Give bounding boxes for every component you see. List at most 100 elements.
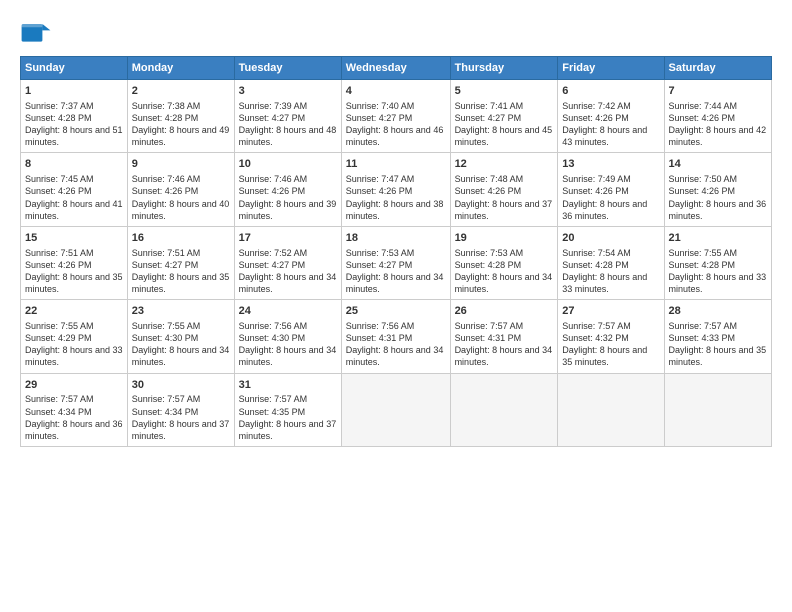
daylight: Daylight: 8 hours and 34 minutes. [346,272,444,294]
calendar-cell: 15Sunrise: 7:51 AMSunset: 4:26 PMDayligh… [21,226,128,299]
day-number: 8 [25,157,123,172]
calendar-cell: 6Sunrise: 7:42 AMSunset: 4:26 PMDaylight… [558,80,664,153]
calendar-cell: 5Sunrise: 7:41 AMSunset: 4:27 PMDaylight… [450,80,558,153]
sunrise: Sunrise: 7:46 AM [132,174,201,184]
calendar-cell [341,373,450,446]
sunrise: Sunrise: 7:51 AM [132,248,201,258]
day-number: 21 [669,231,767,246]
daylight: Daylight: 8 hours and 37 minutes. [132,419,230,441]
calendar-cell: 30Sunrise: 7:57 AMSunset: 4:34 PMDayligh… [127,373,234,446]
day-number: 3 [239,84,337,99]
sunset: Sunset: 4:31 PM [455,333,522,343]
daylight: Daylight: 8 hours and 42 minutes. [669,125,767,147]
sunrise: Sunrise: 7:55 AM [669,248,738,258]
daylight: Daylight: 8 hours and 35 minutes. [25,272,123,294]
day-number: 1 [25,84,123,99]
calendar-cell: 13Sunrise: 7:49 AMSunset: 4:26 PMDayligh… [558,153,664,226]
sunset: Sunset: 4:26 PM [562,113,629,123]
calendar-cell: 25Sunrise: 7:56 AMSunset: 4:31 PMDayligh… [341,300,450,373]
page: SundayMondayTuesdayWednesdayThursdayFrid… [0,0,792,612]
calendar-cell: 2Sunrise: 7:38 AMSunset: 4:28 PMDaylight… [127,80,234,153]
dow-header: Thursday [450,57,558,80]
daylight: Daylight: 8 hours and 45 minutes. [455,125,553,147]
daylight: Daylight: 8 hours and 34 minutes. [239,345,337,367]
sunrise: Sunrise: 7:37 AM [25,101,94,111]
calendar-week: 15Sunrise: 7:51 AMSunset: 4:26 PMDayligh… [21,226,772,299]
calendar-cell: 29Sunrise: 7:57 AMSunset: 4:34 PMDayligh… [21,373,128,446]
day-number: 13 [562,157,659,172]
sunrise: Sunrise: 7:41 AM [455,101,524,111]
sunset: Sunset: 4:26 PM [346,186,413,196]
calendar-cell: 10Sunrise: 7:46 AMSunset: 4:26 PMDayligh… [234,153,341,226]
day-number: 11 [346,157,446,172]
sunrise: Sunrise: 7:42 AM [562,101,631,111]
sunset: Sunset: 4:28 PM [669,260,736,270]
daylight: Daylight: 8 hours and 40 minutes. [132,199,230,221]
dow-header: Friday [558,57,664,80]
calendar-cell: 23Sunrise: 7:55 AMSunset: 4:30 PMDayligh… [127,300,234,373]
sunrise: Sunrise: 7:49 AM [562,174,631,184]
day-number: 17 [239,231,337,246]
day-number: 31 [239,378,337,393]
sunrise: Sunrise: 7:48 AM [455,174,524,184]
calendar-cell: 4Sunrise: 7:40 AMSunset: 4:27 PMDaylight… [341,80,450,153]
sunrise: Sunrise: 7:40 AM [346,101,415,111]
calendar-cell: 14Sunrise: 7:50 AMSunset: 4:26 PMDayligh… [664,153,771,226]
daylight: Daylight: 8 hours and 39 minutes. [239,199,337,221]
calendar-cell: 3Sunrise: 7:39 AMSunset: 4:27 PMDaylight… [234,80,341,153]
sunset: Sunset: 4:27 PM [239,260,306,270]
sunrise: Sunrise: 7:57 AM [25,394,94,404]
calendar-cell [558,373,664,446]
sunrise: Sunrise: 7:56 AM [239,321,308,331]
calendar-cell: 11Sunrise: 7:47 AMSunset: 4:26 PMDayligh… [341,153,450,226]
sunrise: Sunrise: 7:52 AM [239,248,308,258]
sunrise: Sunrise: 7:39 AM [239,101,308,111]
calendar-cell: 18Sunrise: 7:53 AMSunset: 4:27 PMDayligh… [341,226,450,299]
calendar-week: 1Sunrise: 7:37 AMSunset: 4:28 PMDaylight… [21,80,772,153]
sunrise: Sunrise: 7:46 AM [239,174,308,184]
sunset: Sunset: 4:28 PM [455,260,522,270]
sunrise: Sunrise: 7:54 AM [562,248,631,258]
day-number: 23 [132,304,230,319]
sunrise: Sunrise: 7:57 AM [455,321,524,331]
sunrise: Sunrise: 7:55 AM [132,321,201,331]
calendar-cell: 9Sunrise: 7:46 AMSunset: 4:26 PMDaylight… [127,153,234,226]
sunrise: Sunrise: 7:57 AM [239,394,308,404]
sunset: Sunset: 4:26 PM [132,186,199,196]
calendar-cell [450,373,558,446]
day-number: 12 [455,157,554,172]
day-number: 26 [455,304,554,319]
sunrise: Sunrise: 7:55 AM [25,321,94,331]
daylight: Daylight: 8 hours and 41 minutes. [25,199,123,221]
sunrise: Sunrise: 7:38 AM [132,101,201,111]
sunset: Sunset: 4:27 PM [346,260,413,270]
header [20,16,772,48]
daylight: Daylight: 8 hours and 35 minutes. [132,272,230,294]
calendar-cell: 17Sunrise: 7:52 AMSunset: 4:27 PMDayligh… [234,226,341,299]
sunrise: Sunrise: 7:45 AM [25,174,94,184]
daylight: Daylight: 8 hours and 34 minutes. [455,272,553,294]
calendar-cell: 1Sunrise: 7:37 AMSunset: 4:28 PMDaylight… [21,80,128,153]
sunrise: Sunrise: 7:44 AM [669,101,738,111]
daylight: Daylight: 8 hours and 37 minutes. [455,199,553,221]
calendar-week: 29Sunrise: 7:57 AMSunset: 4:34 PMDayligh… [21,373,772,446]
daylight: Daylight: 8 hours and 51 minutes. [25,125,123,147]
sunset: Sunset: 4:31 PM [346,333,413,343]
sunrise: Sunrise: 7:47 AM [346,174,415,184]
calendar-cell [664,373,771,446]
calendar-cell: 7Sunrise: 7:44 AMSunset: 4:26 PMDaylight… [664,80,771,153]
calendar-cell: 31Sunrise: 7:57 AMSunset: 4:35 PMDayligh… [234,373,341,446]
sunset: Sunset: 4:27 PM [455,113,522,123]
day-number: 27 [562,304,659,319]
sunset: Sunset: 4:30 PM [239,333,306,343]
sunset: Sunset: 4:27 PM [239,113,306,123]
sunset: Sunset: 4:29 PM [25,333,92,343]
sunset: Sunset: 4:26 PM [239,186,306,196]
daylight: Daylight: 8 hours and 37 minutes. [239,419,337,441]
calendar-cell: 20Sunrise: 7:54 AMSunset: 4:28 PMDayligh… [558,226,664,299]
daylight: Daylight: 8 hours and 33 minutes. [669,272,767,294]
sunset: Sunset: 4:26 PM [455,186,522,196]
day-number: 30 [132,378,230,393]
sunrise: Sunrise: 7:56 AM [346,321,415,331]
sunrise: Sunrise: 7:51 AM [25,248,94,258]
